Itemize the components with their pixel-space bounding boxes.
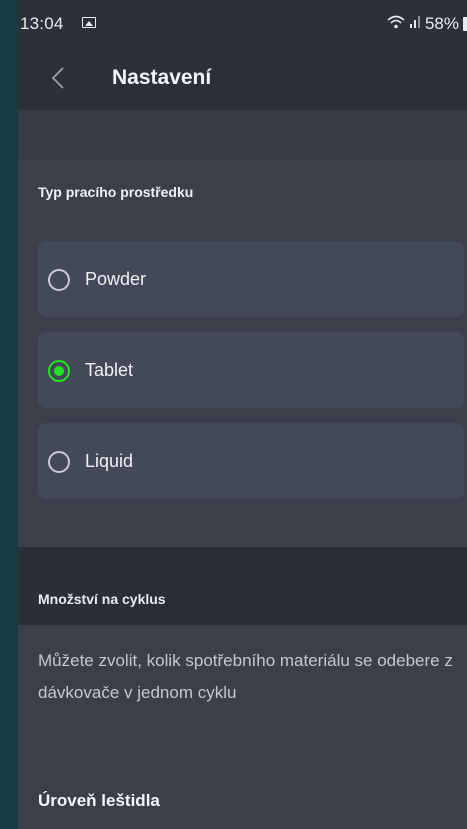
status-time: 13:04 — [20, 14, 64, 33]
option-tablet[interactable]: Tablet — [38, 332, 464, 408]
radio-unchecked-icon[interactable] — [48, 269, 70, 291]
detergent-type-label: Typ pracího prostředku — [38, 184, 194, 200]
amount-per-cycle-label: Množství na cyklus — [38, 591, 166, 607]
option-powder-label: Powder — [85, 269, 147, 289]
rinse-aid-level-heading[interactable]: Úroveň leštidla — [38, 791, 160, 811]
app-screen: 13:04 58% Nastavení Typ pracího prostřed… — [18, 0, 467, 829]
device-frame: 13:04 58% Nastavení Typ pracího prostřed… — [0, 0, 467, 829]
status-icons: 58% — [387, 14, 467, 34]
option-liquid-label: Liquid — [85, 451, 134, 471]
chevron-left-icon[interactable] — [44, 64, 72, 92]
page-title: Nastavení — [112, 66, 212, 89]
header-spacer — [18, 110, 467, 160]
radio-checked-icon[interactable] — [48, 360, 70, 382]
option-liquid[interactable]: Liquid — [38, 423, 464, 499]
image-icon — [82, 17, 96, 28]
status-bar: 13:04 58% — [18, 0, 467, 46]
amount-section: Můžete zvolit, kolik spotřebního materiá… — [18, 625, 467, 829]
wifi-icon — [387, 14, 405, 34]
amount-description: Můžete zvolit, kolik spotřebního materiá… — [38, 651, 453, 702]
app-bar: Nastavení — [18, 46, 467, 110]
radio-unchecked-icon[interactable] — [48, 451, 70, 473]
battery-icon — [463, 17, 467, 31]
option-powder[interactable]: Powder — [38, 241, 464, 317]
amount-section-header: Množství na cyklus — [18, 547, 467, 625]
signal-icon — [409, 14, 421, 34]
option-tablet-label: Tablet — [85, 360, 134, 380]
battery-percent: 58% — [424, 14, 459, 33]
detergent-type-section: Typ pracího prostředku Powder Tablet Liq… — [18, 160, 467, 547]
